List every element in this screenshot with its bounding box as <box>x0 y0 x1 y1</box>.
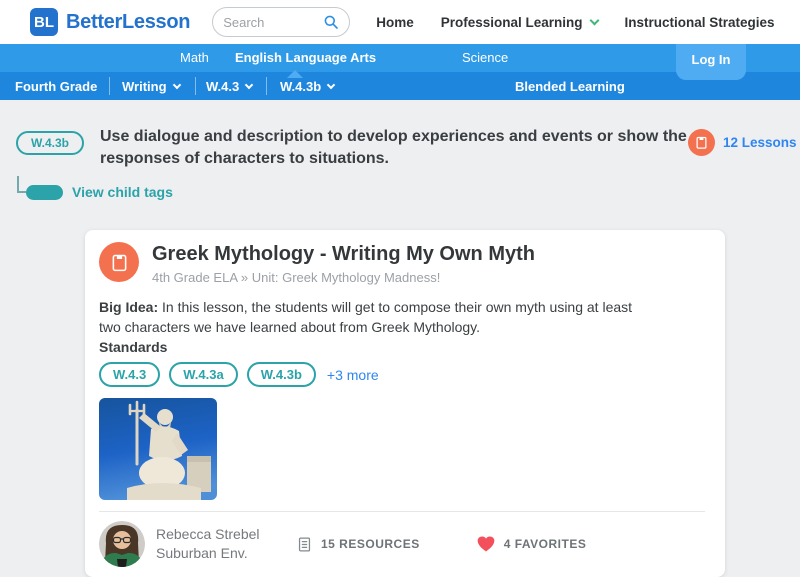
lesson-card-footer: Rebecca Strebel Suburban Env. 15 RESOURC… <box>99 512 705 567</box>
chevron-down-icon <box>245 80 253 88</box>
search-box[interactable] <box>212 7 350 37</box>
main-nav: Home Professional Learning Instructional… <box>376 15 800 30</box>
favorites-label: 4 FAVORITES <box>504 537 587 551</box>
login-button[interactable]: Log In <box>676 44 746 80</box>
heart-icon[interactable] <box>476 534 496 554</box>
standard-description: Use dialogue and description to develop … <box>100 126 692 170</box>
lessons-clipboard-icon <box>688 129 715 156</box>
big-idea: Big Idea: In this lesson, the students w… <box>99 297 655 337</box>
standard-chip-w43[interactable]: W.4.3 <box>99 362 160 387</box>
author-name: Rebecca Strebel <box>156 525 268 544</box>
nav-home-label: Home <box>376 15 414 30</box>
breadcrumb-w43b-label: W.4.3b <box>280 79 321 94</box>
search-input[interactable] <box>223 15 323 30</box>
nav-instructional-strategies-label: Instructional Strategies <box>625 15 775 30</box>
standards-label: Standards <box>99 337 705 357</box>
big-idea-label: Big Idea: <box>99 299 158 315</box>
breadcrumb-divider <box>109 77 110 95</box>
view-child-tags-link[interactable]: View child tags <box>72 184 173 200</box>
active-tab-pointer <box>287 70 303 78</box>
lessons-count-label: 12 Lessons <box>723 135 797 150</box>
lesson-title-block: Greek Mythology - Writing My Own Myth 4t… <box>152 242 535 285</box>
author-location: Suburban Env. <box>156 544 268 563</box>
breadcrumb-blended-learning[interactable]: Blended Learning <box>515 72 625 100</box>
chevron-down-icon <box>589 15 599 25</box>
resources-count[interactable]: 15 RESOURCES <box>296 536 420 553</box>
logo-icon: BL <box>30 8 58 36</box>
breadcrumb-divider <box>266 77 267 95</box>
logo[interactable]: BL BetterLesson <box>30 8 190 36</box>
lesson-card: Greek Mythology - Writing My Own Myth 4t… <box>85 230 725 577</box>
subject-tab-math[interactable]: Math <box>180 44 209 72</box>
subject-tab-science[interactable]: Science <box>462 44 508 72</box>
standards-chips: W.4.3 W.4.3a W.4.3b +3 more <box>99 362 705 387</box>
nav-professional-learning[interactable]: Professional Learning <box>441 15 598 30</box>
search-icon[interactable] <box>323 14 339 30</box>
lesson-subtitle[interactable]: 4th Grade ELA » Unit: Greek Mythology Ma… <box>152 270 535 285</box>
top-header: BL BetterLesson Home Professional Learni… <box>0 0 800 44</box>
chevron-down-icon <box>327 80 335 88</box>
lessons-count[interactable]: 12 Lessons <box>688 129 797 156</box>
standard-code-badge: W.4.3b <box>16 131 84 155</box>
big-idea-text: In this lesson, the students will get to… <box>99 299 632 335</box>
nav-instructional-strategies[interactable]: Instructional Strategies <box>625 15 775 30</box>
more-standards-link[interactable]: +3 more <box>327 367 379 383</box>
lesson-clipboard-icon <box>99 242 139 282</box>
standard-chip-w43a[interactable]: W.4.3a <box>169 362 237 387</box>
breadcrumb-fourth-grade-label: Fourth Grade <box>15 79 97 94</box>
breadcrumb-fourth-grade[interactable]: Fourth Grade <box>15 72 97 100</box>
breadcrumb-w43-label: W.4.3 <box>206 79 239 94</box>
resources-icon <box>296 536 313 553</box>
author-avatar[interactable] <box>99 521 145 567</box>
breadcrumb-writing[interactable]: Writing <box>122 72 180 100</box>
lesson-title[interactable]: Greek Mythology - Writing My Own Myth <box>152 242 535 266</box>
breadcrumb-writing-label: Writing <box>122 79 167 94</box>
standard-chip-w43b[interactable]: W.4.3b <box>247 362 316 387</box>
lesson-thumbnail[interactable] <box>99 398 217 500</box>
chevron-down-icon <box>172 80 180 88</box>
resources-label: 15 RESOURCES <box>321 537 420 551</box>
nav-home[interactable]: Home <box>376 15 414 30</box>
subject-tab-english-language-arts[interactable]: English Language Arts <box>235 44 376 72</box>
view-child-tags-toggle[interactable] <box>26 185 63 200</box>
lesson-card-header: Greek Mythology - Writing My Own Myth 4t… <box>99 242 705 285</box>
author-info[interactable]: Rebecca Strebel Suburban Env. <box>156 525 268 563</box>
nav-professional-learning-label: Professional Learning <box>441 15 583 30</box>
breadcrumb-w43[interactable]: W.4.3 <box>206 72 252 100</box>
logo-text: BetterLesson <box>66 11 190 34</box>
favorites-count[interactable]: 4 FAVORITES <box>476 534 587 554</box>
tree-connector-line <box>17 176 26 193</box>
breadcrumb-divider <box>195 77 196 95</box>
